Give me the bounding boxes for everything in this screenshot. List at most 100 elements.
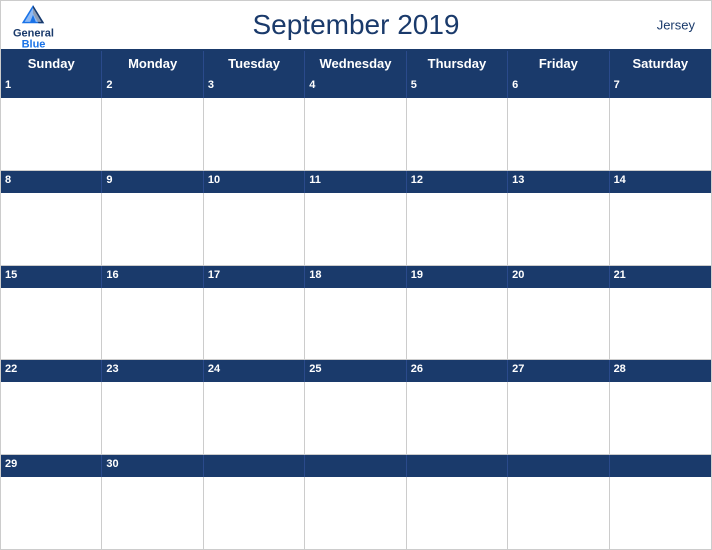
cell-w3-tue: [204, 288, 305, 360]
day-27: 27: [508, 360, 609, 382]
week-1: 1 2 3 4 5 6 7: [1, 76, 711, 171]
day-empty-3: [407, 455, 508, 477]
cell-w4-sun: [1, 382, 102, 454]
day-16: 16: [102, 266, 203, 288]
cell-w2-thu: [407, 193, 508, 265]
cell-w3-wed: [305, 288, 406, 360]
day-15: 15: [1, 266, 102, 288]
cell-w1-tue: [204, 98, 305, 170]
logo-icon: [19, 0, 47, 28]
cell-w1-fri: [508, 98, 609, 170]
day-header-tuesday: Tuesday: [204, 51, 305, 76]
day-8: 8: [1, 171, 102, 193]
day-11: 11: [305, 171, 406, 193]
day-22: 22: [1, 360, 102, 382]
week-4: 22 23 24 25 26 27 28: [1, 360, 711, 455]
day-4: 4: [305, 76, 406, 98]
week-3-numbers: 15 16 17 18 19 20 21: [1, 266, 711, 288]
calendar-header: General Blue September 2019 Jersey: [1, 1, 711, 49]
logo: General Blue: [13, 0, 54, 51]
cell-w2-fri: [508, 193, 609, 265]
day-headers-row: Sunday Monday Tuesday Wednesday Thursday…: [1, 51, 711, 76]
day-21: 21: [610, 266, 711, 288]
week-3: 15 16 17 18 19 20 21: [1, 266, 711, 361]
day-12: 12: [407, 171, 508, 193]
day-empty-1: [204, 455, 305, 477]
day-14: 14: [610, 171, 711, 193]
cell-w4-mon: [102, 382, 203, 454]
week-5: 29 30: [1, 455, 711, 549]
week-5-numbers: 29 30: [1, 455, 711, 477]
cell-w5-sat: [610, 477, 711, 549]
day-30: 30: [102, 455, 203, 477]
day-empty-2: [305, 455, 406, 477]
cell-w1-mon: [102, 98, 203, 170]
week-4-body: [1, 382, 711, 454]
day-header-wednesday: Wednesday: [305, 51, 406, 76]
week-3-body: [1, 288, 711, 360]
cell-w5-sun: [1, 477, 102, 549]
day-header-thursday: Thursday: [407, 51, 508, 76]
cell-w3-fri: [508, 288, 609, 360]
day-header-saturday: Saturday: [610, 51, 711, 76]
week-5-body: [1, 477, 711, 549]
day-19: 19: [407, 266, 508, 288]
day-18: 18: [305, 266, 406, 288]
week-2: 8 9 10 11 12 13 14: [1, 171, 711, 266]
day-26: 26: [407, 360, 508, 382]
day-23: 23: [102, 360, 203, 382]
logo-blue: Blue: [22, 40, 46, 51]
day-13: 13: [508, 171, 609, 193]
day-20: 20: [508, 266, 609, 288]
cell-w2-tue: [204, 193, 305, 265]
day-7: 7: [610, 76, 711, 98]
weeks-container: 1 2 3 4 5 6 7: [1, 76, 711, 549]
day-header-friday: Friday: [508, 51, 609, 76]
day-25: 25: [305, 360, 406, 382]
cell-w2-wed: [305, 193, 406, 265]
cell-w3-sat: [610, 288, 711, 360]
calendar: General Blue September 2019 Jersey Sunda…: [0, 0, 712, 550]
week-4-numbers: 22 23 24 25 26 27 28: [1, 360, 711, 382]
week-2-body: [1, 193, 711, 265]
day-header-sunday: Sunday: [1, 51, 102, 76]
day-10: 10: [204, 171, 305, 193]
week-1-numbers: 1 2 3 4 5 6 7: [1, 76, 711, 98]
cell-w5-mon: [102, 477, 203, 549]
cell-w4-tue: [204, 382, 305, 454]
day-header-monday: Monday: [102, 51, 203, 76]
cell-w2-sat: [610, 193, 711, 265]
cell-w1-thu: [407, 98, 508, 170]
week-1-body: [1, 98, 711, 170]
day-17: 17: [204, 266, 305, 288]
cell-w4-sat: [610, 382, 711, 454]
day-9: 9: [102, 171, 203, 193]
cell-w1-sun: [1, 98, 102, 170]
day-3: 3: [204, 76, 305, 98]
cell-w4-fri: [508, 382, 609, 454]
cell-w5-wed: [305, 477, 406, 549]
day-empty-5: [610, 455, 711, 477]
month-title: September 2019: [252, 9, 459, 41]
cell-w3-thu: [407, 288, 508, 360]
day-5: 5: [407, 76, 508, 98]
cell-w4-thu: [407, 382, 508, 454]
day-2: 2: [102, 76, 203, 98]
day-6: 6: [508, 76, 609, 98]
day-29: 29: [1, 455, 102, 477]
cell-w2-sun: [1, 193, 102, 265]
cell-w1-sat: [610, 98, 711, 170]
cell-w2-mon: [102, 193, 203, 265]
cell-w4-wed: [305, 382, 406, 454]
week-2-numbers: 8 9 10 11 12 13 14: [1, 171, 711, 193]
cell-w3-mon: [102, 288, 203, 360]
cell-w1-wed: [305, 98, 406, 170]
day-24: 24: [204, 360, 305, 382]
day-1: 1: [1, 76, 102, 98]
day-28: 28: [610, 360, 711, 382]
cell-w5-tue: [204, 477, 305, 549]
cell-w5-fri: [508, 477, 609, 549]
cell-w5-thu: [407, 477, 508, 549]
region-label: Jersey: [657, 18, 695, 33]
day-empty-4: [508, 455, 609, 477]
